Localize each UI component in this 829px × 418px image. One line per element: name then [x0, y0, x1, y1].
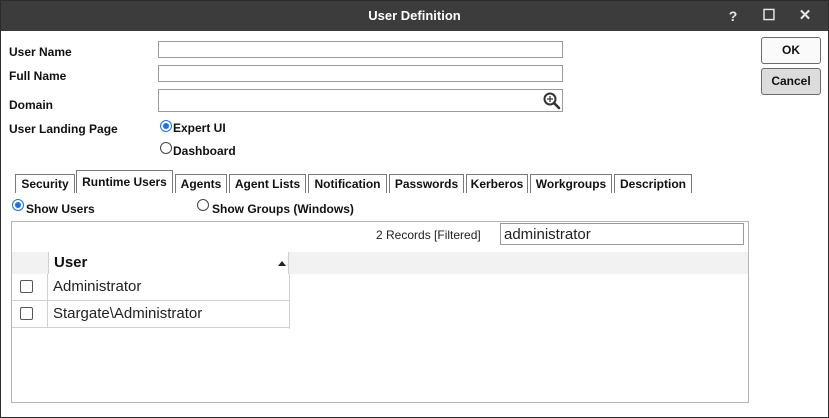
row-checkbox[interactable]: [20, 307, 33, 320]
tab-kerberos[interactable]: Kerberos: [466, 174, 528, 193]
expert-ui-label: Expert UI: [173, 121, 226, 135]
row-checkbox-cell: [12, 274, 48, 301]
table-row[interactable]: Stargate\Administrator: [12, 301, 289, 328]
dashboard-label: Dashboard: [173, 144, 236, 158]
landing-page-label: User Landing Page: [9, 122, 118, 136]
user-column-label: User: [54, 254, 88, 271]
ok-button[interactable]: OK: [761, 37, 821, 64]
domain-label: Domain: [9, 98, 54, 112]
tab-runtime-users[interactable]: Runtime Users: [76, 170, 173, 193]
expert-ui-radio[interactable]: [160, 120, 172, 132]
search-icon[interactable]: [542, 91, 562, 110]
show-users-radio[interactable]: [12, 199, 24, 211]
row-checkbox-cell: [12, 301, 48, 328]
tab-agent-lists[interactable]: Agent Lists: [229, 174, 306, 193]
tab-security[interactable]: Security: [15, 174, 75, 193]
tab-agents[interactable]: Agents: [175, 174, 227, 193]
table-row[interactable]: Administrator: [12, 274, 289, 301]
tab-notification[interactable]: Notification: [308, 174, 387, 193]
tab-workgroups[interactable]: Workgroups: [530, 174, 612, 193]
title-bar: User Definition ? ☐ ✕: [1, 1, 828, 31]
column-divider: [289, 274, 290, 329]
user-name-input[interactable]: [158, 41, 563, 58]
tab-description[interactable]: Description: [614, 174, 692, 193]
maximize-button[interactable]: ☐: [758, 5, 780, 27]
filter-input[interactable]: [500, 223, 744, 245]
user-definition-dialog: User Definition ? ☐ ✕ User Name Full Nam…: [0, 0, 829, 418]
user-cell: Stargate\Administrator: [53, 305, 203, 322]
sort-asc-icon[interactable]: [278, 261, 286, 266]
show-groups-label: Show Groups (Windows): [212, 202, 354, 216]
dashboard-radio[interactable]: [160, 142, 172, 154]
tab-passwords[interactable]: Passwords: [389, 174, 464, 193]
domain-input[interactable]: [158, 89, 563, 112]
user-name-label: User Name: [9, 45, 72, 59]
help-button[interactable]: ?: [722, 5, 744, 27]
cancel-button[interactable]: Cancel: [761, 68, 821, 95]
close-button[interactable]: ✕: [794, 5, 816, 27]
full-name-label: Full Name: [9, 69, 67, 83]
grid-header: User: [12, 252, 748, 274]
show-groups-radio[interactable]: [197, 199, 209, 211]
user-cell: Administrator: [53, 278, 142, 295]
show-users-label: Show Users: [26, 202, 95, 216]
row-checkbox[interactable]: [20, 280, 33, 293]
user-column-header[interactable]: User: [48, 252, 289, 274]
window-title: User Definition: [368, 8, 461, 23]
records-count: 2 Records [Filtered]: [376, 228, 481, 242]
full-name-input[interactable]: [158, 65, 563, 82]
